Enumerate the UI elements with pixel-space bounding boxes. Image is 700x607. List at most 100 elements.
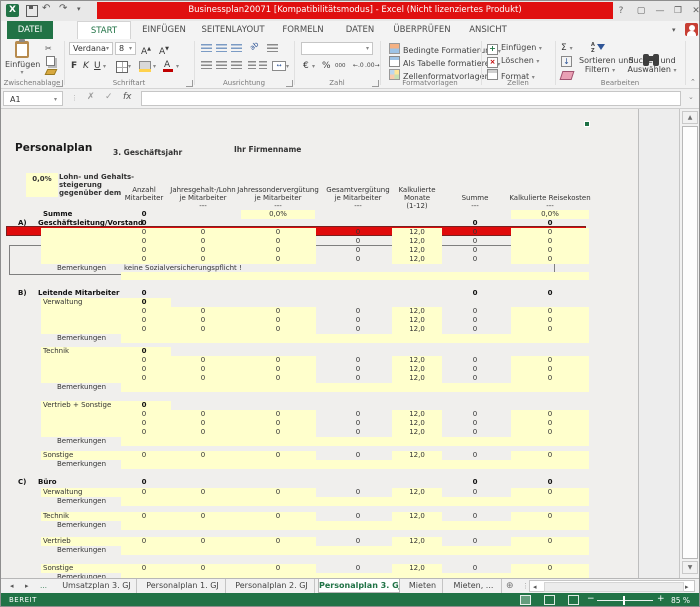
cell-gehalt[interactable]: 0: [172, 365, 234, 374]
vertical-scroll-thumb[interactable]: [682, 126, 698, 559]
row-label[interactable]: Technik: [43, 347, 69, 356]
cell-gehalt[interactable]: 0: [172, 307, 234, 316]
cell-anzahl[interactable]: 0: [121, 289, 167, 298]
vertical-scrollbar[interactable]: ▲ ▼: [679, 109, 700, 578]
zoom-out-button[interactable]: −: [587, 592, 595, 607]
cell-monate[interactable]: 12,0: [392, 451, 442, 460]
copy-icon[interactable]: [46, 56, 55, 66]
scroll-up-icon[interactable]: ▲: [682, 111, 698, 124]
expand-formula-bar-icon[interactable]: ⌄: [688, 93, 694, 101]
formula-input[interactable]: [141, 91, 681, 106]
row-label[interactable]: Büro: [38, 478, 57, 487]
page-break-view-icon[interactable]: [568, 595, 579, 605]
shrink-font-button[interactable]: A▼: [159, 43, 169, 58]
cell-anzahl[interactable]: 0: [121, 428, 167, 437]
cell-reise[interactable]: 0: [511, 356, 589, 365]
cell-gesamt[interactable]: 0: [327, 325, 389, 334]
cell-gesamt[interactable]: 0: [327, 419, 389, 428]
cell-gehalt[interactable]: 0: [172, 228, 234, 237]
section-prefix[interactable]: C): [18, 478, 26, 487]
remark-label[interactable]: Bemerkungen: [57, 383, 106, 392]
cell-sonder[interactable]: 0: [241, 419, 315, 428]
cell-gehalt[interactable]: 0: [172, 410, 234, 419]
cell-summe[interactable]: 0: [446, 428, 504, 437]
cell-monate[interactable]: 12,0: [392, 325, 442, 334]
cell-gesamt[interactable]: 0: [327, 255, 389, 264]
sheet-tab-personalplan-1-gj[interactable]: Personalplan 1. GJ: [140, 579, 226, 593]
hscroll-right-icon[interactable]: ▸: [685, 582, 689, 593]
cell-sonder[interactable]: 0: [241, 316, 315, 325]
row-label[interactable]: Sonstige: [43, 564, 73, 573]
hscroll-left-icon[interactable]: ◂: [533, 582, 537, 593]
cell-summe[interactable]: 0: [446, 365, 504, 374]
font-dialog-launcher-icon[interactable]: [186, 80, 193, 87]
cell-summe[interactable]: 0: [446, 451, 504, 460]
cell-summe[interactable]: 0: [446, 537, 504, 546]
cell-monate[interactable]: 12,0: [392, 564, 442, 573]
help-button[interactable]: ?: [613, 4, 629, 18]
cell-gesamt[interactable]: 0: [327, 374, 389, 383]
cell-reise[interactable]: 0: [511, 537, 589, 546]
cell-monate[interactable]: 12,0: [392, 419, 442, 428]
cell-gesamt[interactable]: 0: [327, 365, 389, 374]
cell-monate[interactable]: 12,0: [392, 365, 442, 374]
underline-button[interactable]: U: [94, 60, 101, 72]
cell-sonder[interactable]: 0: [241, 237, 315, 246]
cell-summe[interactable]: 0: [446, 219, 504, 228]
grow-font-button[interactable]: A▲: [141, 43, 151, 58]
cell-monate[interactable]: 12,0: [392, 246, 442, 255]
cell-sonder[interactable]: 0: [241, 246, 315, 255]
autosum-button[interactable]: Σ ▾: [561, 42, 573, 55]
row-label[interactable]: Summe: [43, 210, 72, 219]
highlight-band[interactable]: [121, 460, 589, 469]
cell-sonder[interactable]: 0: [241, 307, 315, 316]
sheet-tab-umsatzplan-3-gj[interactable]: Umsatzplan 3. GJ: [57, 579, 137, 593]
row-label[interactable]: Sonstige: [43, 451, 73, 460]
cell-monate[interactable]: 12,0: [392, 237, 442, 246]
sheet-tab-mieten-[interactable]: Mieten, ...: [446, 579, 502, 593]
clear-button[interactable]: [560, 71, 575, 80]
sheet-tab-personalplan-2-gj[interactable]: Personalplan 2. GJ: [229, 579, 315, 593]
cell-summe[interactable]: 0: [446, 255, 504, 264]
cell-anzahl[interactable]: 0: [121, 298, 167, 307]
highlight-band[interactable]: [121, 497, 589, 506]
remark-label[interactable]: Bemerkungen: [57, 546, 106, 555]
remark-label[interactable]: Bemerkungen: [57, 264, 106, 273]
cell-gesamt[interactable]: 0: [327, 537, 389, 546]
conditional-formatting-button[interactable]: Bedingte Formatierung ▾: [389, 43, 501, 57]
insert-cells-button[interactable]: +Einfügen ▾: [487, 43, 542, 55]
cell-gesamt[interactable]: 0: [327, 356, 389, 365]
cell-gehalt[interactable]: 0: [172, 325, 234, 334]
remark-label[interactable]: Bemerkungen: [57, 497, 106, 506]
cell-monate[interactable]: 12,0: [392, 488, 442, 497]
cell-summe[interactable]: 0: [446, 316, 504, 325]
increase-indent-icon[interactable]: [259, 61, 267, 69]
name-box-dropdown-icon[interactable]: ▾: [54, 92, 57, 107]
horizontal-scrollbar[interactable]: ◂ ▸: [529, 580, 695, 592]
menu-tab-start[interactable]: START: [77, 21, 131, 39]
row-label[interactable]: Verwaltung: [43, 488, 82, 497]
highlight-band[interactable]: [121, 383, 589, 392]
cell-monate[interactable]: 12,0: [392, 374, 442, 383]
highlight-band[interactable]: [121, 437, 589, 446]
cell-sonder[interactable]: 0: [241, 410, 315, 419]
orientation-icon[interactable]: ab: [248, 40, 260, 52]
cell-gehalt[interactable]: 0: [172, 451, 234, 460]
cell-gehalt[interactable]: 0: [172, 237, 234, 246]
cell-anzahl[interactable]: 0: [121, 419, 167, 428]
cell-reise[interactable]: 0: [511, 307, 589, 316]
menu-tab-seitenlayout[interactable]: SEITENLAYOUT: [201, 21, 264, 39]
remark-label[interactable]: Bemerkungen: [57, 334, 106, 343]
sheet-tab-personalplan-3-gj[interactable]: Personalplan 3. GJ: [318, 579, 400, 593]
cell-summe[interactable]: 0: [446, 564, 504, 573]
cell-reise[interactable]: 0: [511, 488, 589, 497]
highlight-band[interactable]: [121, 521, 589, 530]
close-button[interactable]: ✕: [688, 4, 700, 18]
sort-filter-button[interactable]: Sortieren und Filtern ▾: [579, 56, 621, 75]
cell-summe[interactable]: 0: [446, 237, 504, 246]
cell-sonder[interactable]: 0: [241, 428, 315, 437]
cell-gesamt[interactable]: 0: [327, 428, 389, 437]
cell-summe[interactable]: 0: [446, 325, 504, 334]
cell-anzahl[interactable]: 0: [121, 307, 167, 316]
zoom-slider-thumb[interactable]: [623, 596, 625, 605]
